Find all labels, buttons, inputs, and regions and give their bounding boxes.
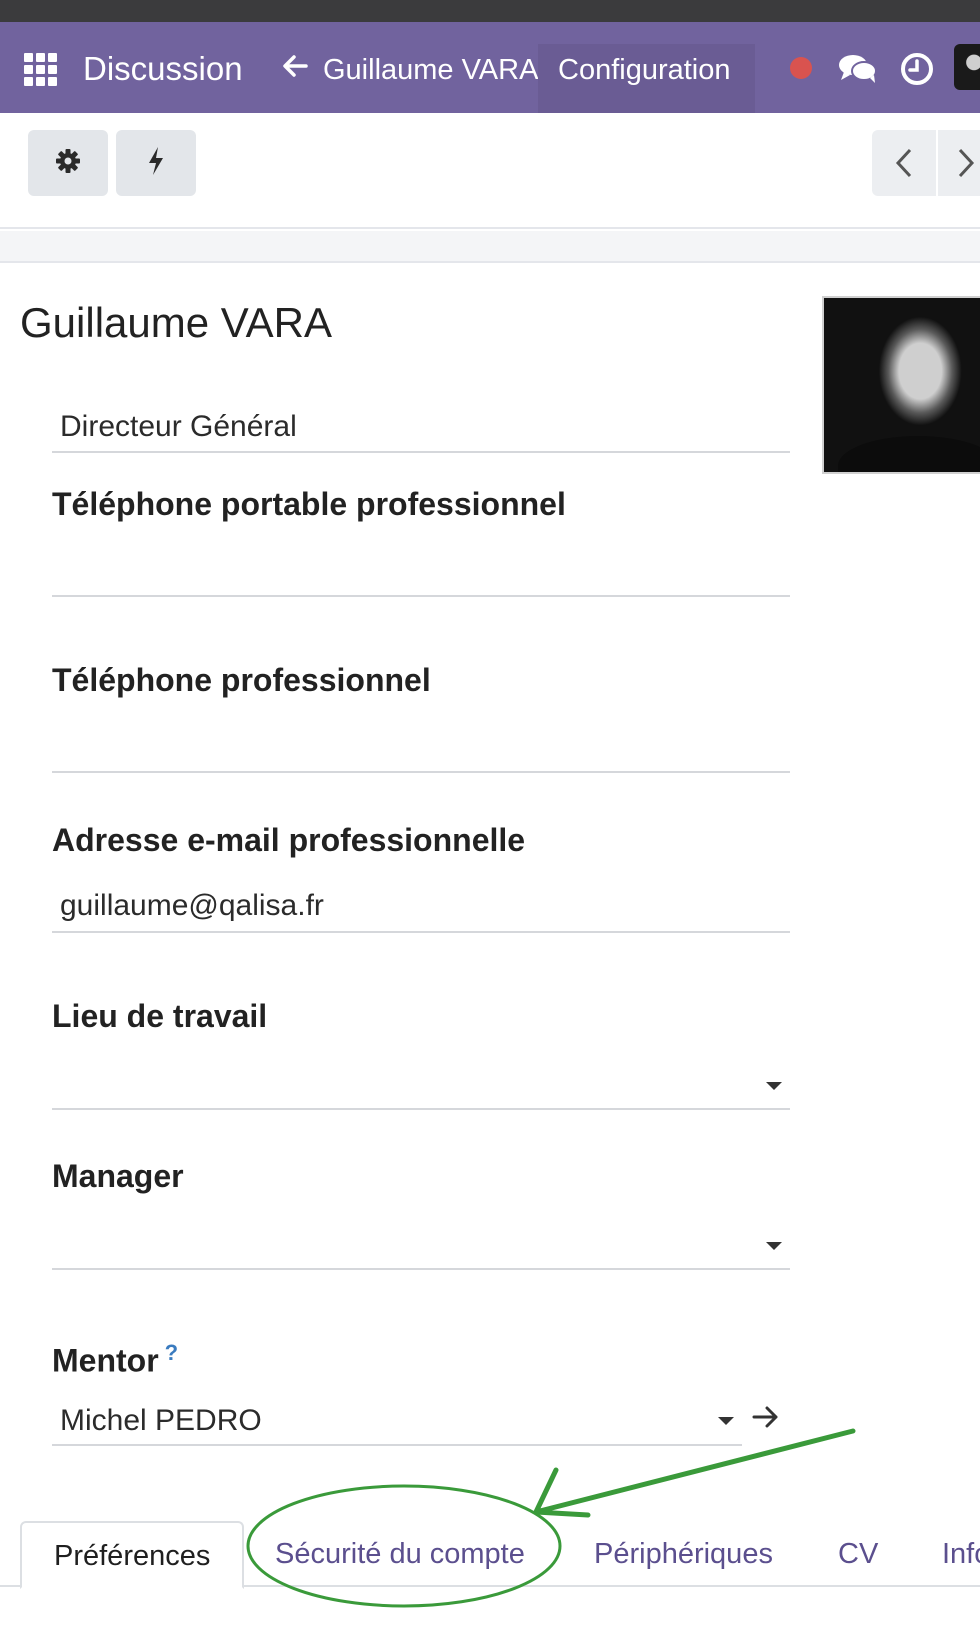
gear-button[interactable] <box>28 130 108 196</box>
back-arrow-icon[interactable] <box>282 53 308 85</box>
mobile-phone-underline <box>52 595 790 597</box>
work-location-label: Lieu de travail <box>52 998 268 1034</box>
app-menu-icon[interactable] <box>24 53 57 86</box>
form-separator <box>0 231 980 263</box>
clock-icon[interactable] <box>900 52 934 91</box>
record-pager <box>872 130 980 196</box>
mentor-open-record-icon[interactable] <box>752 1405 780 1434</box>
notebook-tabs: Préférences Sécurité du compte Périphéri… <box>0 1505 980 1589</box>
mentor-label-row: Mentor? <box>52 1334 178 1380</box>
chevron-left-icon[interactable] <box>872 130 938 196</box>
work-location-dropdown-icon[interactable] <box>766 1082 782 1090</box>
app-name[interactable]: Discussion <box>83 49 243 89</box>
status-indicator-icon[interactable] <box>790 57 812 79</box>
tab-cv[interactable]: CV <box>838 1521 878 1587</box>
mentor-label: Mentor <box>52 1342 159 1379</box>
main-navbar: Discussion Guillaume VARA Configuration <box>0 22 980 135</box>
mentor-underline <box>52 1444 742 1446</box>
work-email-input[interactable]: guillaume@qalisa.fr <box>60 888 324 924</box>
gear-icon <box>54 147 82 180</box>
chat-bubbles-icon[interactable] <box>838 53 878 90</box>
work-email-label: Adresse e-mail professionnelle <box>52 822 526 858</box>
work-email-underline <box>52 931 790 933</box>
tab-account-security[interactable]: Sécurité du compte <box>275 1521 525 1587</box>
action-button[interactable] <box>116 130 196 196</box>
manager-underline <box>52 1268 790 1270</box>
chevron-right-icon[interactable] <box>940 130 980 196</box>
breadcrumb-back[interactable]: Guillaume VARA <box>323 53 538 87</box>
menu-configuration-label: Configuration <box>558 54 731 86</box>
mentor-select[interactable]: Michel PEDRO <box>60 1403 262 1439</box>
job-title-underline <box>52 451 790 453</box>
user-avatar[interactable] <box>954 44 980 90</box>
employee-name[interactable]: Guillaume VARA <box>20 298 332 348</box>
mentor-dropdown-icon[interactable] <box>718 1417 734 1425</box>
work-phone-underline <box>52 771 790 773</box>
tab-devices[interactable]: Périphériques <box>594 1521 773 1587</box>
window-top-strip <box>0 0 980 22</box>
work-phone-label: Téléphone professionnel <box>52 662 431 698</box>
manager-dropdown-icon[interactable] <box>766 1242 782 1250</box>
tab-info[interactable]: Info <box>942 1521 980 1587</box>
tab-preferences[interactable]: Préférences <box>20 1521 244 1589</box>
control-panel <box>0 113 980 229</box>
manager-label: Manager <box>52 1158 184 1194</box>
work-location-underline <box>52 1108 790 1110</box>
mentor-help-icon[interactable]: ? <box>165 1340 178 1365</box>
employee-photo[interactable] <box>822 296 980 474</box>
mobile-phone-label: Téléphone portable professionnel <box>52 486 566 522</box>
bolt-icon <box>146 146 166 181</box>
job-title-input[interactable]: Directeur Général <box>60 409 297 445</box>
